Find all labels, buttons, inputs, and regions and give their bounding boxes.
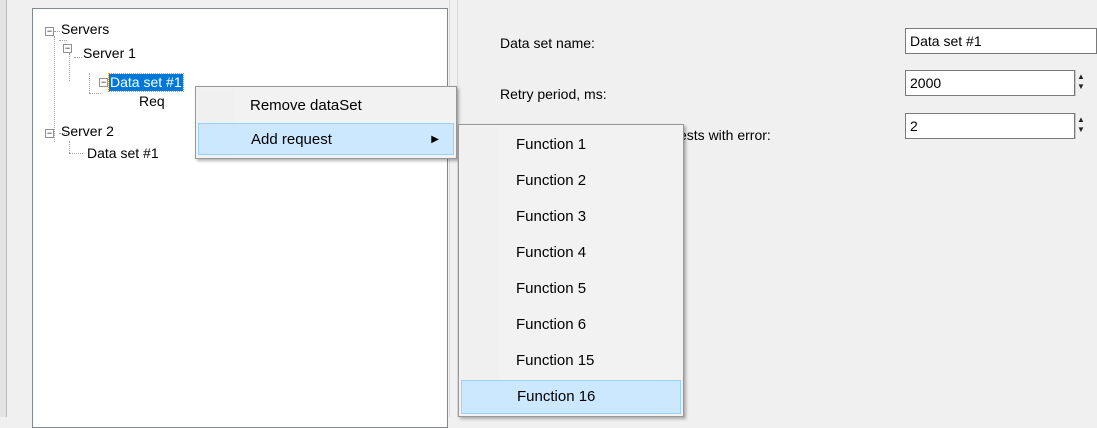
menu-item-remove-dataset[interactable]: Remove dataSet [198,90,454,122]
menu-item-function-15[interactable]: Function 15 [461,345,681,377]
context-menu: Remove dataSet Add request ▶ [195,86,457,159]
menu-item-function-4[interactable]: Function 4 [461,237,681,269]
retry-period-input[interactable]: 2000 [905,70,1075,96]
menu-item-function-5[interactable]: Function 5 [461,273,681,305]
menu-item-label: Function 5 [516,280,587,297]
menu-item-function-3[interactable]: Function 3 [461,201,681,233]
menu-item-label: Function 16 [517,388,596,405]
tree-line [89,73,90,93]
tree-line [89,93,101,94]
tree-line [59,40,67,41]
spin-updown-icon[interactable]: ▲ ▼ [1075,70,1088,96]
tree-node-data-set-1[interactable]: Data set #1 [108,73,184,92]
collapse-icon[interactable]: − [63,44,72,53]
menu-item-label: Function 1 [516,136,587,153]
menu-item-add-request[interactable]: Add request ▶ [198,123,454,155]
menu-item-label: Function 3 [516,208,587,225]
retry-period-label: Retry period, ms: [500,86,607,102]
spin-updown-icon[interactable]: ▲ ▼ [1075,113,1088,139]
collapse-icon[interactable]: − [45,129,54,138]
data-set-name-input[interactable]: Data set #1 [905,28,1097,54]
server-tree[interactable]: − Servers − Server 1 − Data set #1 Req −… [32,8,448,428]
tree-node-data-set-2[interactable]: Data set #1 [87,145,159,162]
tree-node-request[interactable]: Req [139,93,165,110]
menu-item-function-2[interactable]: Function 2 [461,165,681,197]
menu-item-label: Remove dataSet [250,97,362,114]
tree-line [54,36,55,142]
requests-with-error-input[interactable]: 2 [905,113,1075,139]
requests-with-error-label: ests with error: [679,127,771,143]
menu-item-label: Add request [251,131,332,148]
menu-item-label: Function 4 [516,244,587,261]
tree-node-server-2[interactable]: Server 2 [61,123,114,140]
tree-line [69,141,70,153]
tree-node-server-1[interactable]: Server 1 [83,45,136,62]
menu-item-label: Function 2 [516,172,587,189]
menu-item-function-16[interactable]: Function 16 [461,380,681,414]
tree-line [54,31,60,32]
menu-item-function-1[interactable]: Function 1 [461,129,681,161]
submenu-arrow-icon: ▶ [431,134,439,145]
add-request-submenu: Function 1 Function 2 Function 3 Functio… [458,124,684,417]
menu-item-label: Function 6 [516,316,587,333]
tree-node-servers[interactable]: Servers [61,21,109,38]
window-edge [0,0,7,417]
collapse-icon[interactable]: − [45,27,54,36]
menu-item-function-6[interactable]: Function 6 [461,309,681,341]
tree-line [74,57,82,58]
tree-line [69,153,83,154]
menu-item-label: Function 15 [516,352,595,369]
data-set-name-label: Data set name: [500,35,595,51]
tree-line [69,53,70,81]
